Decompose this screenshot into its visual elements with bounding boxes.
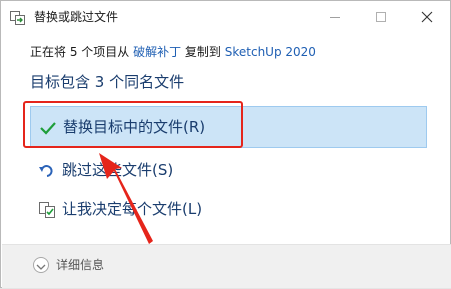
file-copy-icon xyxy=(10,10,26,25)
maximize-button[interactable] xyxy=(358,1,404,33)
source-folder-link[interactable]: 破解补丁 xyxy=(133,45,181,59)
minimize-icon xyxy=(330,16,340,18)
title-bar[interactable]: 替换或跳过文件 xyxy=(1,1,450,33)
option-skip[interactable]: 跳过这些文件(S) xyxy=(30,150,427,192)
replace-or-skip-dialog: 替换或跳过文件 正在将 5 个项目从 破解补丁 复制到 SketchUp 202… xyxy=(0,0,451,288)
option-decide-label: 让我决定每个文件(L) xyxy=(62,200,203,218)
copy-info-prefix: 正在将 5 个项目从 xyxy=(30,45,134,59)
minimize-button[interactable] xyxy=(312,1,358,33)
compare-files-icon xyxy=(38,201,56,219)
copy-info: 正在将 5 个项目从 破解补丁 复制到 SketchUp 2020 xyxy=(30,43,316,61)
copy-info-middle: 复制到 xyxy=(181,45,225,59)
window-title: 替换或跳过文件 xyxy=(34,10,119,24)
option-decide[interactable]: 让我决定每个文件(L) xyxy=(30,189,427,231)
close-icon xyxy=(421,8,433,27)
footer: 详细信息 xyxy=(2,245,451,288)
details-label[interactable]: 详细信息 xyxy=(56,256,104,274)
chevron-down-icon xyxy=(36,256,46,275)
skip-arrow-icon xyxy=(38,162,56,180)
annotation-highlight-box xyxy=(23,101,243,148)
option-skip-label: 跳过这些文件(S) xyxy=(62,161,174,179)
conflict-heading: 目标包含 3 个同名文件 xyxy=(30,73,185,91)
destination-folder-link[interactable]: SketchUp 2020 xyxy=(225,45,316,59)
maximize-icon xyxy=(376,12,386,22)
close-button[interactable] xyxy=(404,1,450,33)
details-toggle-button[interactable] xyxy=(33,257,49,273)
